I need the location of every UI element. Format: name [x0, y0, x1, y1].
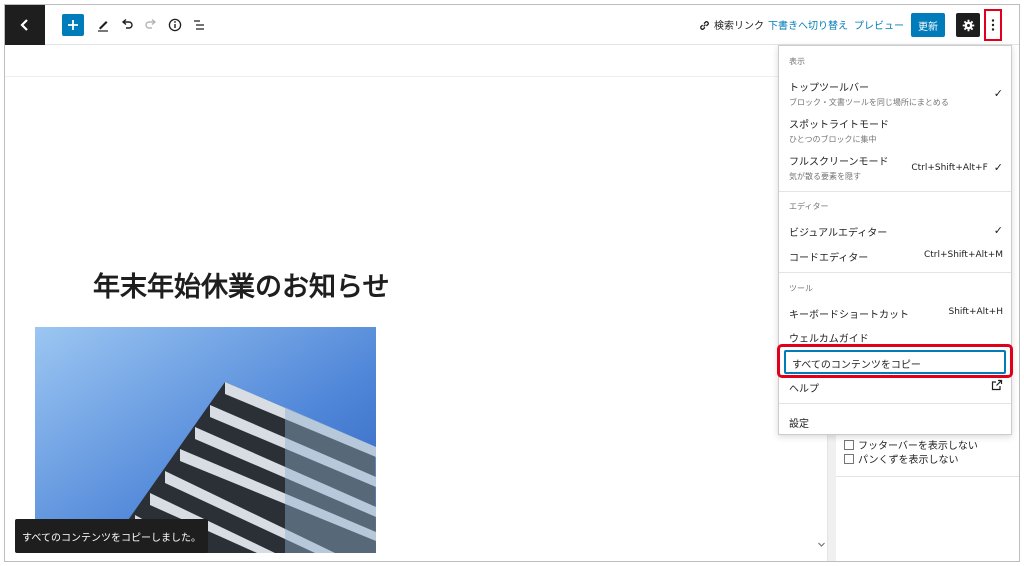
- block-divider: [5, 76, 827, 77]
- shortcut-label: Shift+Alt+H: [948, 307, 1004, 317]
- check-icon: ✓: [993, 161, 1003, 174]
- menu-item-spotlight-mode[interactable]: スポットライトモード ひとつのブロックに集中: [789, 116, 1003, 145]
- chevron-left-icon: [20, 19, 28, 31]
- back-button[interactable]: [5, 5, 45, 45]
- editor-canvas[interactable]: 年末年始休業のお知らせ: [5, 46, 827, 561]
- section-title-view: 表示: [789, 57, 805, 66]
- top-toolbar: 検索リンク 下書きへ切り替え プレビュー 更新: [5, 5, 1019, 45]
- option-label: フッターバーを表示しない: [858, 441, 978, 452]
- snackbar-notice: すべてのコンテンツをコピーしました。: [15, 519, 208, 553]
- menu-item-help[interactable]: ヘルプ: [789, 379, 1003, 395]
- menu-item-code-editor[interactable]: コードエディター Ctrl+Shift+Alt+M: [789, 249, 1003, 264]
- section-title-editor: エディター: [789, 202, 829, 211]
- menu-item-welcome-guide[interactable]: ウェルカムガイド: [789, 330, 1003, 345]
- hide-breadcrumb-option[interactable]: パンくずを表示しない: [844, 451, 959, 466]
- vertical-ellipsis-icon: [991, 19, 995, 31]
- editor-window: 検索リンク 下書きへ切り替え プレビュー 更新 年末年始休業のお知らせ フッター…: [4, 4, 1020, 562]
- switch-to-draft-button[interactable]: 下書きへ切り替え: [768, 17, 848, 32]
- more-options-menu: 表示 トップツールバー ブロック・文書ツールを同じ場所にまとめる ✓ スポットラ…: [777, 45, 1013, 435]
- more-options-button[interactable]: [984, 9, 1002, 41]
- link-icon: [697, 13, 711, 37]
- update-button[interactable]: 更新: [911, 13, 945, 37]
- chevron-down-icon[interactable]: [817, 540, 826, 549]
- menu-item-fullscreen-mode[interactable]: フルスクリーンモード 気が散る要素を隠す Ctrl+Shift+Alt+F ✓: [789, 153, 1003, 182]
- menu-separator: [779, 191, 1011, 192]
- search-link-button[interactable]: 検索リンク: [714, 17, 764, 32]
- menu-item-copy-all-content[interactable]: すべてのコンテンツをコピー: [784, 350, 1006, 374]
- menu-separator: [779, 272, 1011, 273]
- undo-button[interactable]: [115, 13, 139, 37]
- copy-all-highlight: すべてのコンテンツをコピー: [777, 344, 1013, 378]
- list-view-icon: [194, 20, 204, 30]
- info-icon: [168, 18, 182, 32]
- checkbox[interactable]: [844, 439, 854, 450]
- check-icon: ✓: [993, 224, 1003, 237]
- shortcut-label: Ctrl+Shift+Alt+F: [911, 162, 988, 173]
- sidebar-divider: [836, 476, 1019, 477]
- section-title-tools: ツール: [789, 284, 813, 293]
- check-icon: ✓: [993, 87, 1003, 100]
- external-link-icon: [991, 379, 1003, 391]
- list-view-button[interactable]: [187, 13, 211, 37]
- menu-separator: [779, 403, 1011, 404]
- menu-item-settings[interactable]: 設定: [789, 415, 1003, 430]
- pencil-icon: [98, 21, 108, 32]
- redo-icon: [145, 18, 157, 29]
- add-block-button[interactable]: [62, 14, 84, 36]
- preview-button[interactable]: プレビュー: [854, 17, 904, 32]
- menu-item-visual-editor[interactable]: ビジュアルエディター ✓: [789, 224, 1003, 239]
- post-title[interactable]: 年末年始休業のお知らせ: [93, 265, 389, 304]
- tools-button[interactable]: [91, 13, 115, 37]
- menu-item-keyboard-shortcuts[interactable]: キーボードショートカット Shift+Alt+H: [789, 306, 1003, 321]
- checkbox[interactable]: [844, 453, 854, 464]
- option-label: パンくずを表示しない: [858, 455, 959, 466]
- plus-icon: [68, 20, 78, 30]
- menu-item-top-toolbar[interactable]: トップツールバー ブロック・文書ツールを同じ場所にまとめる ✓: [789, 79, 1003, 108]
- redo-button[interactable]: [139, 13, 163, 37]
- shortcut-label: Ctrl+Shift+Alt+M: [923, 250, 1003, 260]
- gear-icon: [962, 19, 974, 31]
- details-button[interactable]: [163, 13, 187, 37]
- settings-button[interactable]: [956, 13, 980, 37]
- hide-footer-bar-option[interactable]: フッターバーを表示しない: [844, 437, 978, 452]
- undo-icon: [121, 18, 133, 29]
